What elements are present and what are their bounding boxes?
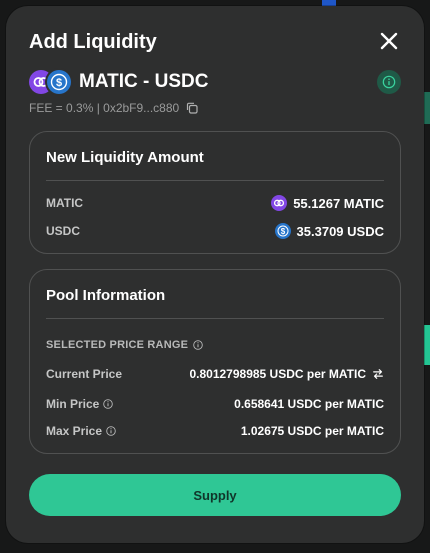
selected-price-range-label: SELECTED PRICE RANGE xyxy=(46,339,203,351)
usdc-token-icon: $ xyxy=(47,70,71,94)
liquidity-row-usdc: USDC $ 35.3709 USDC xyxy=(46,223,384,239)
modal-title: Add Liquidity xyxy=(29,31,157,53)
current-price-value: 0.8012798985 USDC per MATIC xyxy=(189,367,366,381)
new-liquidity-card: New Liquidity Amount MATIC 55.1267 MATIC… xyxy=(29,131,401,254)
current-price-value-group: 0.8012798985 USDC per MATIC xyxy=(189,367,384,381)
min-price-row: Min Price 0.658641 USDC per MATIC xyxy=(46,397,384,411)
card-title: Pool Information xyxy=(46,287,166,304)
usdc-amount: 35.3709 USDC xyxy=(296,223,384,239)
current-price-row: Current Price 0.8012798985 USDC per MATI… xyxy=(46,367,384,381)
max-price-row: Max Price 1.02675 USDC per MATIC xyxy=(46,424,384,438)
row-label: USDC xyxy=(46,224,81,238)
copy-icon[interactable] xyxy=(185,101,199,115)
max-price-label-group: Max Price xyxy=(46,424,116,438)
row-value: 55.1267 MATIC xyxy=(271,195,384,211)
row-value: $ 35.3709 USDC xyxy=(274,223,384,239)
supply-button[interactable]: Supply xyxy=(29,474,401,516)
row-label: MATIC xyxy=(46,196,84,210)
token-pair-icons: $ xyxy=(29,70,73,94)
current-price-label: Current Price xyxy=(46,367,123,381)
svg-text:$: $ xyxy=(280,227,285,236)
matic-token-icon xyxy=(271,195,288,211)
pool-meta: FEE = 0.3% | 0x2bF9...c880 xyxy=(29,101,199,115)
token-pair-header: $ MATIC - USDC xyxy=(29,70,208,94)
min-price-label-group: Min Price xyxy=(46,397,114,411)
max-price-value: 1.02675 USDC per MATIC xyxy=(240,424,384,438)
fee-and-address: FEE = 0.3% | 0x2bF9...c880 xyxy=(29,101,180,115)
divider xyxy=(46,180,384,181)
info-icon[interactable] xyxy=(103,399,114,409)
close-icon[interactable] xyxy=(378,30,400,52)
info-icon[interactable] xyxy=(193,340,203,350)
divider xyxy=(46,318,384,319)
pool-info-button[interactable] xyxy=(377,70,401,94)
pair-name: MATIC - USDC xyxy=(79,71,209,92)
pool-information-card: Pool Information SELECTED PRICE RANGE Cu… xyxy=(29,269,401,454)
info-icon[interactable] xyxy=(106,426,116,436)
section-label-text: SELECTED PRICE RANGE xyxy=(46,339,189,351)
liquidity-row-matic: MATIC 55.1267 MATIC xyxy=(46,195,384,211)
card-title: New Liquidity Amount xyxy=(46,149,204,166)
info-icon xyxy=(382,75,396,89)
add-liquidity-modal: Add Liquidity $ MATIC - USDC FEE = 0.3% … xyxy=(6,6,424,543)
svg-text:$: $ xyxy=(56,77,62,89)
min-price-label: Min Price xyxy=(46,397,100,411)
min-price-value: 0.658641 USDC per MATIC xyxy=(234,397,384,411)
matic-amount: 55.1267 MATIC xyxy=(293,195,384,211)
swap-direction-icon[interactable] xyxy=(372,368,384,380)
max-price-label: Max Price xyxy=(46,424,103,438)
usdc-token-icon: $ xyxy=(274,223,291,239)
